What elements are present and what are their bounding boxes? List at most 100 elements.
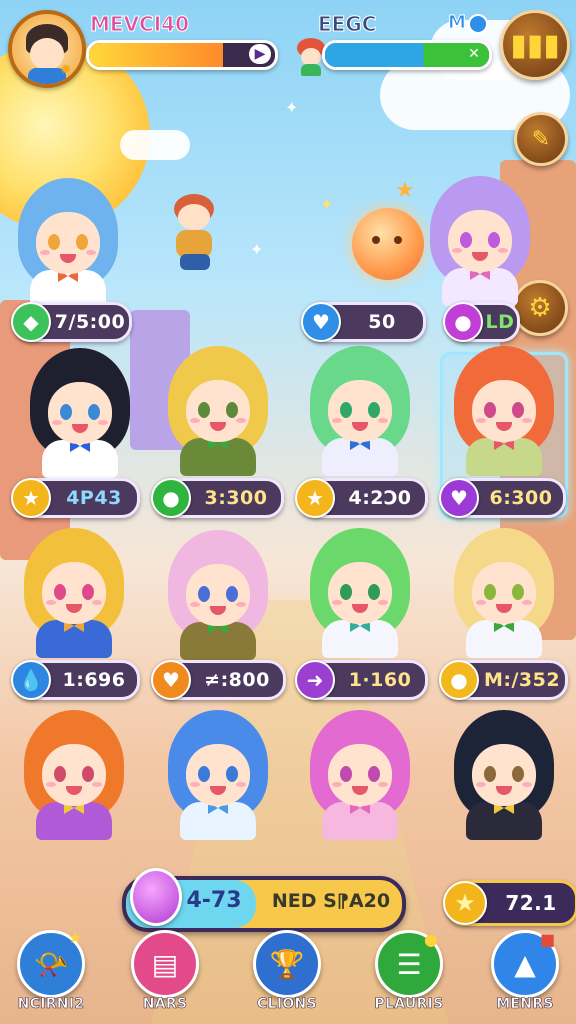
green-gem-icon: ◆ [11,302,51,342]
eye [484,584,496,600]
coin-value: 72.1 [505,891,557,915]
player-avatar[interactable] [8,10,86,88]
edit-button[interactable]: ✎ [514,112,568,166]
blush [378,418,388,423]
eye [88,404,100,420]
nav-item-2[interactable]: ▤ NARS [130,930,200,1012]
menu-button[interactable]: ▮▮▮ [500,10,570,80]
purple-gem-icon: ● [443,302,483,342]
character-portrait[interactable] [20,348,140,478]
resource-left-value: 4-73 [186,888,242,913]
character-face [472,380,536,442]
orange-heart-icon: ♥ [151,660,191,700]
blush [190,602,200,607]
stat-pill[interactable]: ♥ 6:300 [439,478,566,518]
coin-counter[interactable]: ★ 72.1 [443,880,576,926]
stat-pill[interactable]: ◆ 7/5:00 [11,302,132,342]
mouth [66,604,82,613]
player-name: MEVCI40 [90,12,190,37]
character-face [328,562,392,624]
character-outfit [180,438,256,476]
fruit-orb[interactable] [352,208,424,280]
character-portrait[interactable] [8,178,128,308]
eye [76,234,88,250]
character-portrait[interactable] [300,710,420,840]
character-portrait[interactable] [420,176,540,306]
close-icon[interactable]: ✕ [463,44,485,64]
stat-pill[interactable]: ● 3:300 [151,478,284,518]
gold-coin-icon: ● [439,660,479,700]
blue-heart-icon: ♥ [301,302,341,342]
eye [82,584,94,600]
character-outfit [180,802,256,840]
character-portrait[interactable] [14,528,134,658]
character-portrait[interactable] [158,710,278,840]
green-orb-icon: ● [151,478,191,518]
eye [226,766,238,782]
character-portrait[interactable] [444,346,564,476]
eye [226,402,238,418]
character-portrait[interactable] [444,528,564,658]
purple-heart-icon: ♥ [439,478,479,518]
opponent-badge: M [448,12,467,34]
character-outfit [322,802,398,840]
stat-pill[interactable]: ♥ 50 [301,302,426,342]
blush [86,250,96,255]
blush [522,600,532,605]
blush [332,600,342,605]
mouth [210,422,226,431]
eye [198,586,210,602]
info-icon[interactable] [468,14,488,34]
flying-character [160,190,232,280]
mouth [352,604,368,613]
stat-value: 50 [368,311,396,333]
eye [488,232,500,248]
character-outfit [466,438,542,476]
eye [54,766,66,782]
stat-pill[interactable]: ➜ 1·160 [295,660,428,700]
stat-pill[interactable]: ● LD [443,302,520,342]
character-portrait[interactable] [158,530,278,660]
character-outfit [322,438,398,476]
nav-item-3[interactable]: 🏆 CLIONS [252,930,322,1012]
pencil-icon: ✎ [531,126,551,152]
coin-badge-icon: ● [424,930,438,949]
stat-value: 1·160 [348,669,412,691]
blush [40,250,50,255]
star-coin-icon: ★ [443,881,487,925]
character-face [472,744,536,806]
nav-label: CLIONS [257,996,317,1013]
play-arrow-icon[interactable]: ▶ [249,44,271,64]
alert-badge-icon: ■ [540,930,556,949]
eye [340,402,352,418]
blush [52,420,62,425]
stat-pill[interactable]: ★ 4:2Ͻ0 [295,478,428,518]
character-portrait[interactable] [300,528,420,658]
stat-pill[interactable]: ● M:/352 [439,660,568,700]
character-portrait[interactable] [300,346,420,476]
mouth [72,424,88,433]
character-face [186,744,250,806]
stat-pill[interactable]: ♥ ≠:800 [151,660,286,700]
blush [476,418,486,423]
stat-pill[interactable]: 💧 1:696 [11,660,140,700]
character-face [328,744,392,806]
character-portrait[interactable] [444,710,564,840]
mouth [352,422,368,431]
eye [54,584,66,600]
blush [498,248,508,253]
resource-right-value: NED S⁋A20 [271,890,391,912]
character-outfit [466,620,542,658]
stat-pill[interactable]: ★ 4P43 [11,478,140,518]
blush [476,600,486,605]
blush [476,782,486,787]
eye [512,584,524,600]
blush [378,600,388,605]
character-face [186,564,250,626]
character-portrait[interactable] [14,710,134,840]
mouth [60,254,76,263]
eye [460,232,472,248]
bars-icon: ▮▮▮ [510,27,560,63]
character-portrait[interactable] [158,346,278,476]
blush [332,782,342,787]
